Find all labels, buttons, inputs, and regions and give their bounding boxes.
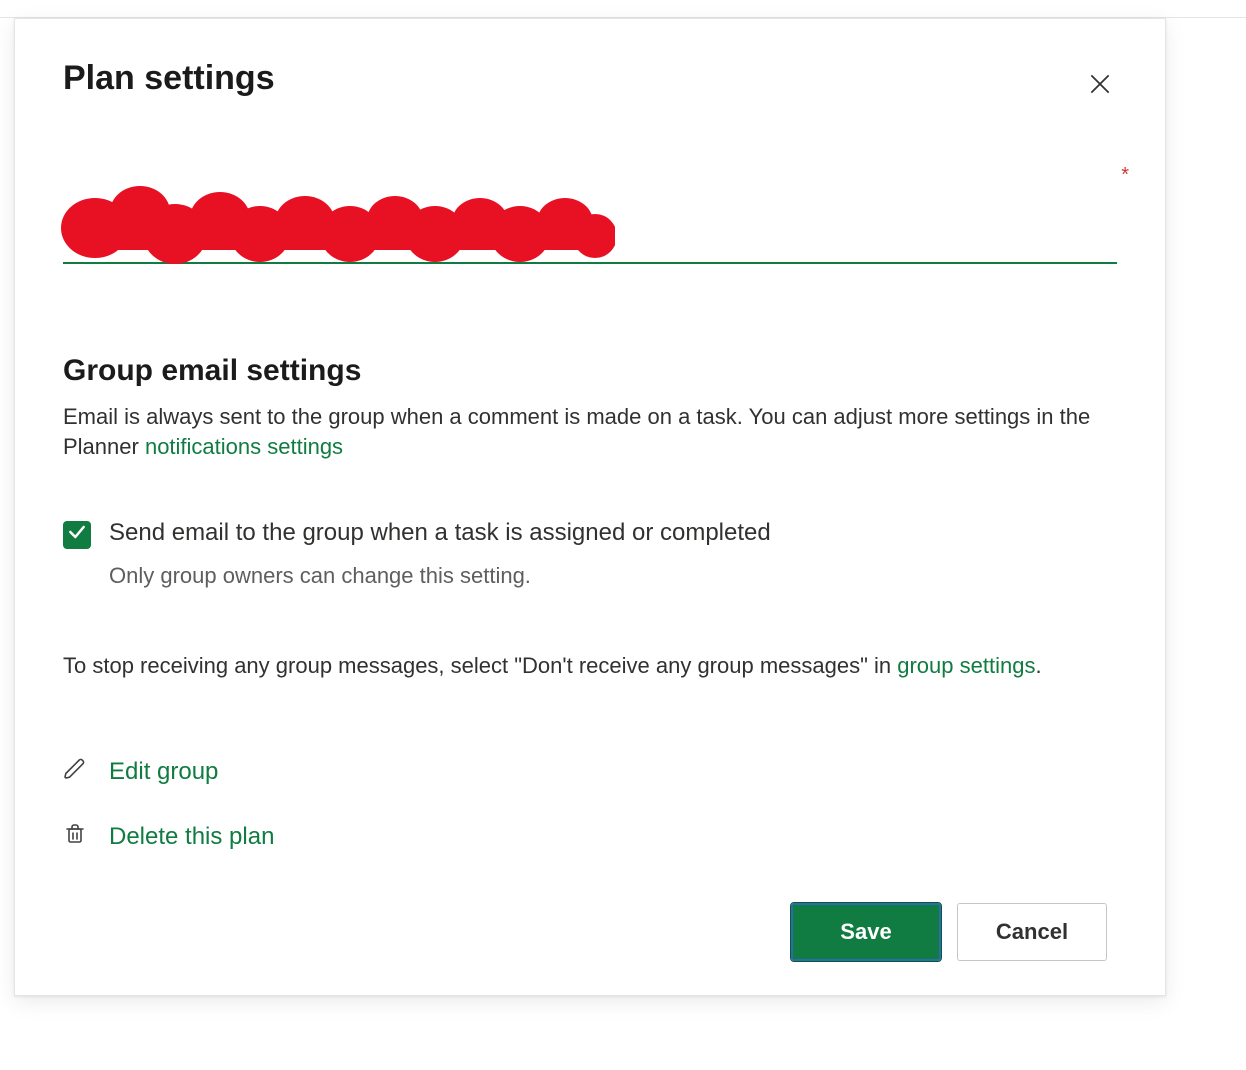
- send-email-label: Send email to the group when a task is a…: [109, 519, 771, 547]
- trash-icon: [63, 822, 87, 853]
- stop-receiving-text: To stop receiving any group messages, se…: [63, 653, 1117, 679]
- save-button[interactable]: Save: [791, 903, 941, 961]
- close-icon: [1087, 84, 1113, 101]
- checkmark-icon: [67, 522, 87, 547]
- dialog-title: Plan settings: [63, 59, 275, 98]
- required-indicator: *: [1121, 164, 1129, 187]
- plan-settings-dialog: Plan settings *: [14, 18, 1166, 996]
- group-settings-link[interactable]: group settings: [897, 653, 1035, 678]
- plan-name-input[interactable]: *: [63, 174, 1117, 264]
- redaction-scribble: [55, 178, 615, 266]
- cancel-button[interactable]: Cancel: [957, 903, 1107, 961]
- send-email-checkbox[interactable]: [63, 521, 91, 549]
- delete-plan-link[interactable]: Delete this plan: [63, 822, 1117, 853]
- checkbox-note: Only group owners can change this settin…: [109, 563, 1117, 589]
- delete-plan-label: Delete this plan: [109, 823, 274, 851]
- notifications-settings-link[interactable]: notifications settings: [145, 434, 343, 459]
- group-email-description: Email is always sent to the group when a…: [63, 402, 1117, 463]
- edit-group-label: Edit group: [109, 758, 218, 786]
- group-email-heading: Group email settings: [63, 354, 1117, 388]
- pencil-icon: [63, 757, 87, 788]
- close-button[interactable]: [1083, 67, 1117, 106]
- edit-group-link[interactable]: Edit group: [63, 757, 1117, 788]
